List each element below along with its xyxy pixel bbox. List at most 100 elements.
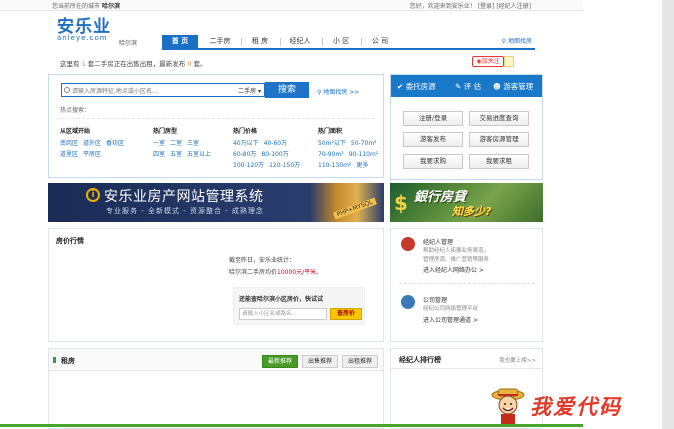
listing-notice: 这里有 1 套二手房正在出售出租，最新发布 0 套。 [60, 58, 207, 68]
filter-option[interactable]: 平房区 [83, 151, 101, 158]
notice-count: 0 [187, 60, 192, 68]
filter-title: 从区域开始 [60, 128, 91, 135]
tab-label: 评 估 [463, 82, 482, 91]
tab-label: 委托房源 [405, 82, 436, 91]
nav-home[interactable]: 首 页 [162, 35, 198, 48]
filter-title: 热门面积 [318, 128, 343, 135]
filter-row: 60-80万 80-100万 [233, 149, 305, 160]
agent-manage-desc: 管理房源、推广营销等服务 [423, 257, 490, 263]
current-city: 您当前所在的城市 哈尔滨 [52, 1, 120, 10]
city-name[interactable]: 哈尔滨 [102, 3, 120, 10]
filter-option[interactable]: 二室 [170, 140, 182, 147]
scrollbar-track[interactable] [662, 0, 674, 429]
filter-row: 一室 二室 三室 [153, 138, 216, 149]
filter-title: 热门房型 [153, 128, 178, 135]
tab-appraisal[interactable]: ✎ 评 估 [455, 81, 481, 92]
filter-option[interactable]: 四室 [153, 151, 165, 158]
city-tag: 哈尔滨 [119, 40, 138, 47]
filter-option[interactable]: 一室 [153, 140, 165, 147]
agent-office-link[interactable]: 进入经纪人网络办公 > [423, 265, 484, 274]
member-tabs: ✔ 委托房源 ✎ 评 估 ☻ 游客管理 [391, 75, 542, 97]
city-prefix: 您当前所在的城市 [52, 3, 101, 10]
filter-option[interactable]: 60-80万 [233, 151, 256, 158]
dollar-icon: $ [394, 191, 408, 215]
price-avg-line: 哈尔滨二手房均价10000元/平米。 [229, 267, 322, 276]
search-type-select[interactable]: 二手房 ▾ [238, 86, 261, 95]
filter-option[interactable]: 50m²以下 [318, 140, 346, 147]
filter-option[interactable]: 120-150万 [269, 162, 300, 169]
login-link[interactable]: [登录] [478, 3, 495, 10]
filter-option[interactable]: 五室以上 [187, 151, 211, 158]
filter-option[interactable]: 70-90m² [318, 151, 344, 158]
weibo-label: 加关注 [481, 58, 500, 65]
tab-entrust-listing[interactable]: ✔ 委托房源 [397, 81, 436, 92]
filter-row: 110-130m² 更多 [318, 160, 383, 171]
rent-title: 租房 [61, 357, 75, 365]
agent-register-link[interactable]: [经纪人注册] [496, 3, 531, 10]
filter-region: 从区域开始 南岗区 道外区 香坊区 道里区 平房区 [60, 126, 129, 160]
filter-option[interactable]: 香坊区 [106, 140, 124, 147]
filter-option[interactable]: 更多 [356, 162, 368, 169]
want-buy-button[interactable]: 我要求购 [403, 154, 463, 169]
company-manage-link[interactable]: 进入公司管理通道 > [423, 315, 478, 324]
main-nav: 首 页 二手房 租 房 经纪人 小 区 公 司 ⚲ 地图找房 [162, 35, 535, 50]
qq-button[interactable] [504, 56, 514, 67]
price-query-input[interactable]: 请输入小区名或路名... [239, 308, 327, 320]
filter-price: 热门价格 40万以下 40-60万 60-80万 80-100万 100-120万 1… [233, 126, 305, 171]
banner-subtitle: 专业服务 - 全新模式 - 资源整合 - 成熟理念 [106, 207, 264, 215]
filter-option[interactable]: 40万以下 [233, 140, 259, 147]
notice-text: 套二手房正在出售出租，最新发布 [87, 60, 186, 68]
filter-option[interactable]: 道外区 [83, 140, 101, 147]
agent-panel: 经纪人管理 帮助经纪人拓展业务渠道。 管理房源、推广营销等服务 进入经纪人网络办… [390, 228, 543, 342]
search-input[interactable]: 请输入房源特征,地点或小区名... 二手房 ▾ [61, 83, 265, 97]
search-button[interactable]: 搜索 [265, 82, 309, 98]
filter-option[interactable]: 50-70m² [351, 140, 377, 147]
nav-company[interactable]: 公 司 [364, 35, 396, 48]
promo-banner-loan[interactable]: $ 銀行房貸 知多少? [390, 183, 543, 222]
filter-option[interactable]: 100-120万 [233, 162, 264, 169]
want-rent-button[interactable]: 我要求租 [469, 154, 529, 169]
map-pin-icon: ⚲ [501, 38, 507, 45]
tab-sale-recommend[interactable]: 出售推荐 [302, 355, 338, 368]
deal-progress-button[interactable]: 交易进度查询 [469, 111, 529, 126]
watermark: 我爱代码 [490, 385, 662, 425]
guest-listing-manage-button[interactable]: 游客房源管理 [469, 132, 529, 147]
register-login-button[interactable]: 注册/登录 [403, 111, 463, 126]
guest-publish-button[interactable]: 游客发布 [403, 132, 463, 147]
tab-guest-manage[interactable]: ☻ 游客管理 [493, 81, 533, 92]
nav-agent[interactable]: 经纪人 [283, 35, 317, 48]
site-logo[interactable]: 安乐业 anleye.com [57, 18, 111, 42]
rent-panel: 租房 最新推荐 出售推荐 出租推荐 [48, 348, 384, 429]
nav-second-hand[interactable]: 二手房 [202, 35, 238, 48]
filter-option[interactable]: 道里区 [60, 151, 78, 158]
divider [57, 118, 375, 119]
agent-manage-title[interactable]: 经纪人管理 [423, 237, 453, 246]
filter-option[interactable]: 三室 [187, 140, 199, 147]
nav-rent[interactable]: 租 房 [244, 35, 276, 48]
filter-row: 70-90m² 90-110m² [318, 149, 383, 160]
filter-option[interactable]: 80-100万 [261, 151, 288, 158]
nav-map-link[interactable]: ⚲ 地图找房 [502, 36, 532, 45]
user-links: 您好，欢迎来到安乐业！ [登录] [经纪人注册] [410, 1, 531, 10]
banner-loan-subtitle: 知多少? [452, 205, 492, 218]
filter-option[interactable]: 南岗区 [60, 140, 78, 147]
filter-option[interactable]: 90-110m² [349, 151, 379, 158]
nav-community[interactable]: 小 区 [325, 35, 357, 48]
filter-option[interactable]: 五室 [170, 151, 182, 158]
tab-rent-recommend[interactable]: 出租推荐 [342, 355, 378, 368]
rank-more-link[interactable]: 我也要上榜>> [499, 356, 536, 364]
search-map-link[interactable]: ⚲ 地图找房 >> [317, 87, 359, 96]
filter-option[interactable]: 40-60万 [264, 140, 287, 147]
hot-search-label: 热点搜索： [60, 107, 91, 114]
filter-option[interactable]: 110-130m² [318, 162, 351, 169]
section-marker [53, 357, 56, 363]
welcome-text: 您好，欢迎来到安乐业！ [409, 3, 476, 10]
top-bar: 您当前所在的城市 哈尔滨 您好，欢迎来到安乐业！ [登录] [经纪人注册] [0, 0, 583, 11]
tab-latest[interactable]: 最新推荐 [262, 355, 298, 368]
company-manage-title[interactable]: 公司管理 [423, 295, 447, 304]
filter-row: 50m²以下 50-70m² [318, 138, 383, 149]
weibo-follow-button[interactable]: ◉加关注 [472, 56, 504, 67]
price-query-button[interactable]: 查房价 [330, 308, 362, 320]
promo-banner-system[interactable]: i 安乐业房产网站管理系统 专业服务 - 全新模式 - 资源整合 - 成熟理念 … [48, 183, 384, 222]
watermark-text: 我爱代码 [530, 394, 622, 419]
